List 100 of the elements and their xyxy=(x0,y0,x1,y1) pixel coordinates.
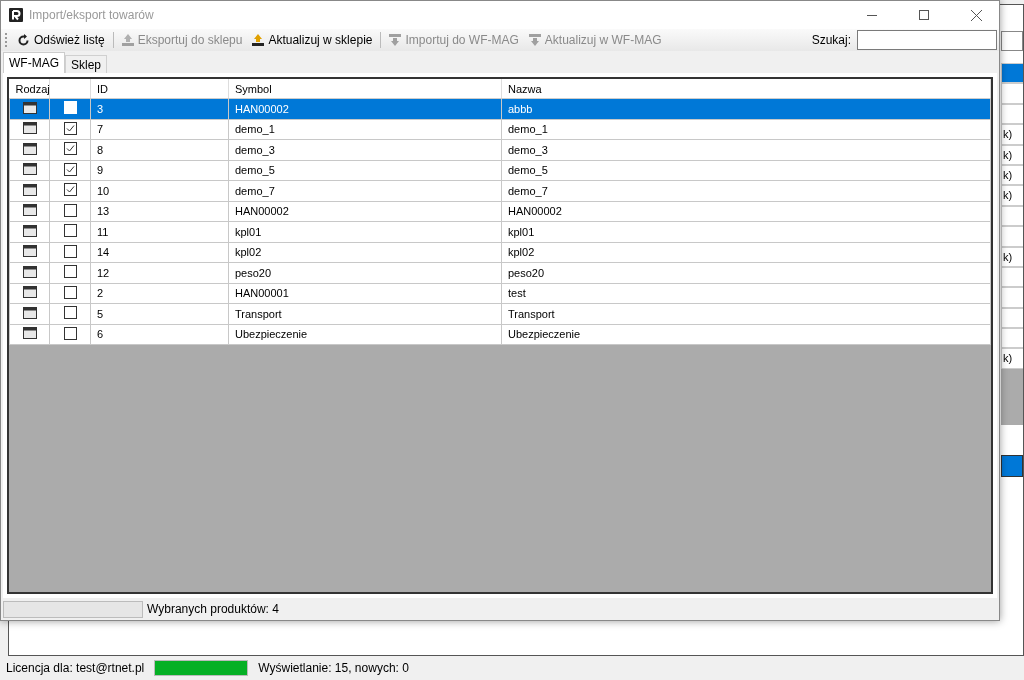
table-row[interactable]: 7 demo_1 demo_1 xyxy=(9,119,991,140)
checkbox[interactable] xyxy=(63,224,77,238)
window-icon xyxy=(22,122,37,135)
tab[interactable]: Sklep xyxy=(65,55,108,73)
status-text: Wybranych produktów: 4 xyxy=(147,602,279,616)
table-cell: HAN00001 xyxy=(228,283,502,304)
table-cell: demo_7 xyxy=(228,180,502,201)
table-cell: k) xyxy=(1001,144,1023,165)
license-text: Licencja dla: test@rtnet.pl xyxy=(6,661,145,675)
table-cell: peso20 xyxy=(228,262,502,283)
checkbox[interactable] xyxy=(63,183,77,197)
column-header[interactable]: Nazwa xyxy=(501,79,991,99)
table-cell: Ubezpieczenie xyxy=(501,324,991,345)
table-row[interactable]: 10 demo_7 demo_7 xyxy=(9,180,991,201)
table-cell: demo_3 xyxy=(501,139,991,160)
window-icon xyxy=(22,163,37,176)
table-cell: HAN00002 xyxy=(228,201,502,222)
close-icon xyxy=(970,9,982,21)
table-cell: 8 xyxy=(90,139,229,160)
table-row[interactable]: 8 demo_3 demo_3 xyxy=(9,139,991,160)
table-cell: 10 xyxy=(90,180,229,201)
selected-row xyxy=(1001,454,1023,477)
table-cell: k) xyxy=(1001,185,1023,206)
upload-icon xyxy=(252,34,265,46)
checkbox[interactable] xyxy=(63,142,77,156)
table-cell: Ubezpieczenie xyxy=(228,324,502,345)
window-icon xyxy=(22,306,37,319)
window-title: Import/eksport towarów xyxy=(29,8,155,22)
window-icon xyxy=(22,286,37,299)
table-cell: k) xyxy=(1001,348,1023,369)
column-header[interactable]: ID xyxy=(90,79,229,99)
window-icon xyxy=(22,245,37,258)
checkbox[interactable] xyxy=(63,203,77,217)
table-cell: demo_7 xyxy=(501,180,991,201)
table-cell: abbb xyxy=(501,98,991,119)
table-cell: k) xyxy=(1001,124,1023,145)
table-row[interactable]: 14 kpl02 kpl02 xyxy=(9,242,991,263)
upload-icon xyxy=(121,34,134,46)
table-cell: demo_1 xyxy=(228,119,502,140)
checkbox[interactable] xyxy=(63,306,77,320)
maximize-icon xyxy=(919,10,929,20)
table-cell: k) xyxy=(1001,246,1023,267)
table-row[interactable]: 12 peso20 peso20 xyxy=(9,262,991,283)
column-header[interactable]: Rodzaj xyxy=(9,79,50,99)
table-cell: 5 xyxy=(90,303,229,324)
table-cell: 6 xyxy=(90,324,229,345)
window-icon xyxy=(22,224,37,237)
table-cell: 2 xyxy=(90,283,229,304)
search-field[interactable] xyxy=(857,30,997,50)
window-icon xyxy=(22,101,37,114)
table-cell: 11 xyxy=(90,221,229,242)
window-icon xyxy=(22,327,37,340)
input-field[interactable] xyxy=(1001,31,1023,51)
checkbox[interactable] xyxy=(63,326,77,340)
table-row[interactable]: 11 kpl01 kpl01 xyxy=(9,221,991,242)
app-logo-icon xyxy=(9,8,23,22)
checkbox[interactable] xyxy=(63,162,77,176)
table-row[interactable]: 9 demo_5 demo_5 xyxy=(9,160,991,181)
table-cell: demo_5 xyxy=(228,160,502,181)
table-cell: HAN00002 xyxy=(501,201,991,222)
table-row[interactable]: 13 HAN00002 HAN00002 xyxy=(9,201,991,222)
checkbox[interactable] xyxy=(63,285,77,299)
table-cell: 7 xyxy=(90,119,229,140)
window-icon xyxy=(22,183,37,196)
table-cell: Transport xyxy=(501,303,991,324)
window-icon xyxy=(22,142,37,155)
checkbox[interactable] xyxy=(63,244,77,258)
download-icon xyxy=(389,34,402,46)
table-row[interactable]: 6 Ubezpieczenie Ubezpieczenie xyxy=(9,324,991,345)
table-cell: kpl01 xyxy=(501,221,991,242)
table-cell: peso20 xyxy=(501,262,991,283)
refresh-icon xyxy=(17,33,30,47)
download-icon xyxy=(528,34,541,46)
checkbox[interactable] xyxy=(63,121,77,135)
table-row[interactable]: 3 HAN00002 abbb xyxy=(9,98,991,119)
toolbar-button[interactable]: Odśwież listę xyxy=(15,33,107,47)
table-cell: 14 xyxy=(90,242,229,263)
table-cell: kpl02 xyxy=(228,242,502,263)
table-cell: demo_1 xyxy=(501,119,991,140)
window-icon xyxy=(22,265,37,278)
table-cell: 13 xyxy=(90,201,229,222)
search-label: Szukaj: xyxy=(811,33,851,47)
table-cell: kpl02 xyxy=(501,242,991,263)
table-cell: k) xyxy=(1001,164,1023,186)
table-cell: test xyxy=(501,283,991,304)
column-header[interactable]: Symbol xyxy=(228,79,502,99)
table-row[interactable]: 5 Transport Transport xyxy=(9,303,991,324)
table-cell: demo_3 xyxy=(228,139,502,160)
window-icon xyxy=(22,204,37,217)
table-cell: Transport xyxy=(228,303,502,324)
minimize-icon xyxy=(867,14,877,16)
table-cell: kpl01 xyxy=(228,221,502,242)
status-text: Wyświetlanie: 15, nowych: 0 xyxy=(258,661,409,675)
checkbox[interactable] xyxy=(63,265,77,279)
toolbar-button[interactable]: Aktualizuj w sklepie xyxy=(250,33,375,47)
table-cell: demo_5 xyxy=(501,160,991,181)
table-cell: 12 xyxy=(90,262,229,283)
table-row[interactable]: 2 HAN00001 test xyxy=(9,283,991,304)
tab[interactable]: WF-MAG xyxy=(3,52,65,73)
table-cell: 9 xyxy=(90,160,229,181)
